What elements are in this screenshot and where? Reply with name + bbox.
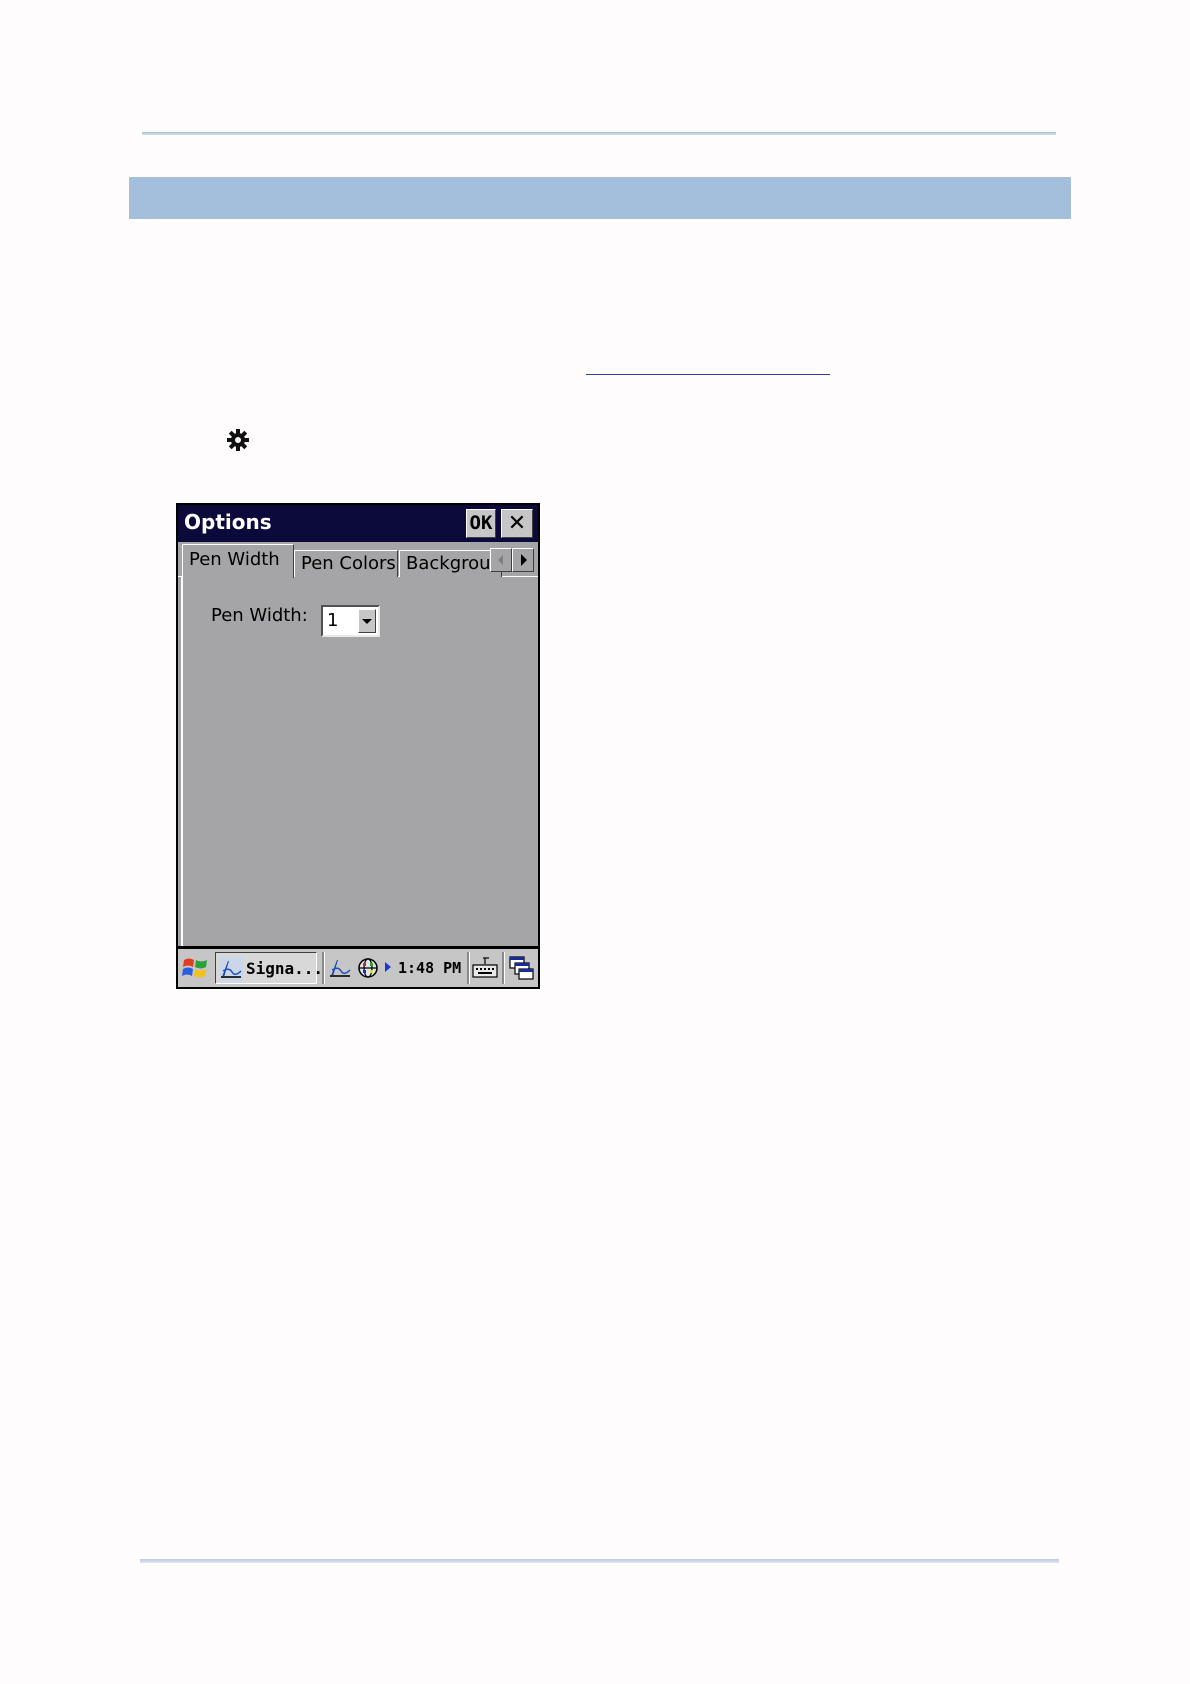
tab-label: Pen Colors [301, 553, 396, 574]
taskbar-separator [467, 952, 470, 984]
close-button[interactable]: ✕ [501, 509, 533, 538]
taskbar-task-label: Signa... [246, 959, 324, 978]
signature-pen-icon[interactable] [328, 956, 352, 980]
dialog-title: Options [184, 510, 272, 534]
chevron-right-icon [521, 554, 527, 566]
tab-pen-width[interactable]: Pen Width [182, 544, 294, 578]
header-rule [142, 132, 1056, 135]
taskbar-separator [502, 952, 505, 984]
ok-button[interactable]: OK [466, 509, 496, 538]
chevron-down-icon [362, 619, 372, 624]
tab-label: Pen Width [189, 549, 280, 570]
windows-start-icon[interactable] [181, 954, 209, 982]
tab-strip: Pen Width Pen Colors Backgroun [178, 542, 538, 582]
pen-width-label: Pen Width: [211, 605, 308, 626]
pen-width-value: 1 [327, 610, 339, 631]
gear-icon [227, 429, 249, 451]
desktop-windows-icon[interactable] [508, 955, 534, 981]
network-globe-icon[interactable] [356, 956, 380, 980]
footer-rule [140, 1559, 1059, 1563]
taskbar-clock[interactable]: 1:48 PM [398, 959, 461, 977]
tab-scroll-left-button[interactable] [490, 548, 512, 572]
link-underline[interactable] [586, 374, 830, 375]
dialog-titlebar: Options OK ✕ [178, 505, 538, 542]
keyboard-icon[interactable] [472, 956, 498, 980]
taskbar-signature-app-button[interactable]: Signa... [215, 952, 323, 984]
dropdown-button[interactable] [358, 609, 376, 633]
tab-label: Backgroun [406, 553, 502, 574]
panel-edge [181, 577, 183, 977]
device-screenshot: Options OK ✕ Pen Width Pen Colors Backgr… [176, 503, 540, 989]
pen-width-select[interactable]: 1 [321, 605, 380, 637]
section-heading-bar [129, 177, 1071, 219]
chevron-left-icon [498, 555, 503, 565]
tab-pen-colors[interactable]: Pen Colors [294, 550, 398, 577]
taskbar: Signa... 1:48 PM [178, 949, 538, 987]
tray-expand-icon[interactable] [385, 962, 391, 972]
tab-scroll-right-button[interactable] [512, 548, 534, 572]
tab-background[interactable]: Backgroun [399, 550, 502, 577]
signature-pen-icon [219, 957, 243, 981]
taskbar-separator [322, 952, 325, 984]
